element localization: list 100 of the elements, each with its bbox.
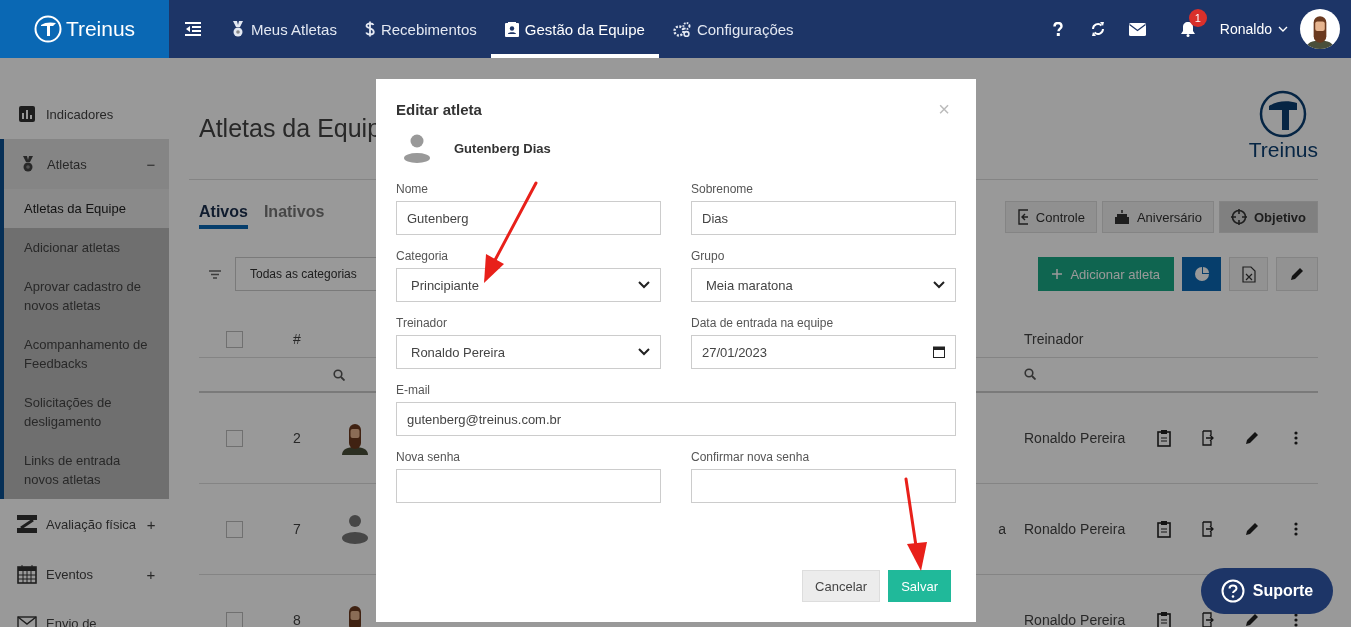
person-illustration	[342, 421, 368, 455]
nav-tab[interactable]: Recebimentos	[350, 0, 491, 58]
clipboard-icon[interactable]	[1157, 429, 1171, 447]
athlete-name: Gutenberg Dias	[454, 140, 551, 156]
plus-icon	[1052, 269, 1063, 279]
more-options-icon[interactable]	[1294, 522, 1298, 536]
spreadsheet-file-icon	[1241, 265, 1256, 283]
nav-tab[interactable]: Configurações	[658, 0, 808, 58]
pencil-icon	[1290, 267, 1304, 281]
search-icon[interactable]	[333, 368, 345, 381]
enter-icon[interactable]	[1202, 612, 1214, 627]
field-label: Treinador	[396, 316, 448, 330]
pie-chart-button[interactable]	[1182, 257, 1221, 291]
enter-icon[interactable]	[1202, 521, 1214, 537]
tab[interactable]: Ativos	[199, 203, 248, 229]
mail-icon[interactable]	[1129, 22, 1147, 36]
field-label: Confirmar nova senha	[691, 450, 811, 464]
medal-icon	[231, 21, 245, 37]
bell-icon[interactable]	[1180, 21, 1195, 37]
contact-card-icon	[504, 21, 519, 37]
input-field[interactable]: gutenberg@treinus.com.br	[396, 402, 956, 436]
submenu-item[interactable]: Aprovar cadastro de novos atletas	[4, 267, 169, 325]
input-field[interactable]: Dias	[691, 201, 956, 235]
more-options-icon[interactable]	[1294, 431, 1298, 445]
sidebar-item[interactable]: Indicadores	[0, 89, 169, 139]
submenu-item[interactable]: Adicionar atletas	[4, 228, 169, 267]
dropdown[interactable]: Ronaldo Pereira	[396, 335, 661, 369]
table-cell-text: 8	[292, 612, 302, 627]
table-cell-text: 7	[292, 521, 302, 537]
dropdown[interactable]: Principiante	[396, 268, 661, 302]
expand-toggle[interactable]: +	[145, 515, 157, 533]
pie-chart-icon	[1194, 267, 1209, 281]
chevron-down-icon[interactable]	[1278, 26, 1288, 32]
excel-export-button[interactable]	[1229, 257, 1268, 291]
logo-icon	[1259, 89, 1308, 138]
chevron-down-icon	[933, 281, 945, 289]
person-illustration	[1305, 13, 1335, 49]
support-button[interactable]: Suporte	[1201, 568, 1333, 614]
table-cell-text: Ronaldo Pereira	[1023, 430, 1127, 446]
table-cell-text: 2	[292, 430, 302, 446]
chevron-down-icon	[638, 348, 650, 356]
checkbox[interactable]	[225, 330, 243, 348]
view-button[interactable]: Controle	[1004, 201, 1097, 233]
enter-icon	[1016, 209, 1029, 225]
user-avatar[interactable]	[1300, 9, 1340, 49]
sidebar-item[interactable]: Atletas −	[4, 139, 169, 189]
field-label: Sobrenome	[691, 182, 755, 196]
search-icon[interactable]	[1024, 367, 1036, 380]
input-field[interactable]	[396, 469, 661, 503]
enter-icon[interactable]	[1202, 430, 1214, 446]
crosshair-icon	[1231, 209, 1247, 225]
collapse-toggle[interactable]: −	[145, 155, 157, 173]
refresh-icon[interactable]	[1090, 21, 1105, 37]
dropdown[interactable]: Meia maratona	[691, 268, 956, 302]
submenu-item[interactable]: Links de entrada novos atletas	[4, 441, 169, 499]
table-cell: a	[998, 521, 1006, 537]
calendar-icon[interactable]	[933, 346, 945, 358]
person-placeholder-icon	[342, 514, 368, 544]
clipboard-icon[interactable]	[1157, 611, 1171, 627]
submenu-item[interactable]: Atletas da Equipe	[4, 189, 169, 228]
dollar-icon	[364, 21, 375, 37]
logo-name: Treinus	[1248, 137, 1318, 162]
tab[interactable]: Inativos	[263, 203, 325, 229]
date-field[interactable]: 27/01/2023	[691, 335, 956, 369]
help-icon[interactable]	[1052, 22, 1063, 36]
dialog-title: Editar atleta	[396, 100, 482, 118]
input-field[interactable]	[691, 469, 956, 503]
row-checkbox[interactable]	[225, 520, 243, 538]
submenu-item[interactable]: Solicitações de desligamento	[4, 383, 169, 441]
table-cell-text: Ronaldo Pereira	[1023, 612, 1127, 627]
nav-tab[interactable]: Meus Atletas	[217, 0, 351, 58]
filter-icon[interactable]	[209, 269, 221, 279]
nav-tab[interactable]: Gestão da Equipe	[490, 0, 659, 58]
calendar-icon	[17, 564, 37, 584]
table-cell-text: Ronaldo Pereira	[1023, 521, 1127, 537]
submenu-item[interactable]: Acompanhamento de Feedbacks	[4, 325, 169, 383]
field-label: Nova senha	[396, 450, 462, 464]
column-header: #	[292, 331, 302, 347]
edit-button[interactable]	[1276, 257, 1318, 291]
clipboard-icon[interactable]	[1157, 520, 1171, 538]
person-placeholder-icon	[404, 133, 430, 163]
pencil-icon[interactable]	[1245, 522, 1259, 536]
cancel-button[interactable]: Cancelar	[802, 570, 881, 602]
view-button[interactable]: Objetivo	[1219, 201, 1318, 233]
row-checkbox[interactable]	[225, 429, 243, 447]
column-header: Treinador	[1023, 331, 1085, 347]
user-menu[interactable]: Ronaldo	[1219, 21, 1288, 37]
pencil-icon[interactable]	[1245, 431, 1259, 445]
sidebar-item[interactable]: Avaliação física +	[0, 499, 169, 549]
field-label: E-mail	[396, 383, 431, 397]
brand-name: Treinus	[65, 17, 136, 41]
expand-toggle[interactable]: +	[145, 565, 157, 583]
input-field[interactable]: Gutenberg	[396, 201, 661, 235]
row-checkbox[interactable]	[225, 611, 243, 627]
sidebar-item[interactable]: Eventos +	[0, 549, 169, 599]
bar-chart-icon	[17, 106, 37, 122]
view-button[interactable]: Aniversário	[1101, 201, 1214, 233]
field-label: Data de entrada na equipe	[691, 316, 835, 330]
collapse-menu-icon[interactable]	[185, 22, 201, 36]
field-label: Nome	[396, 182, 429, 196]
